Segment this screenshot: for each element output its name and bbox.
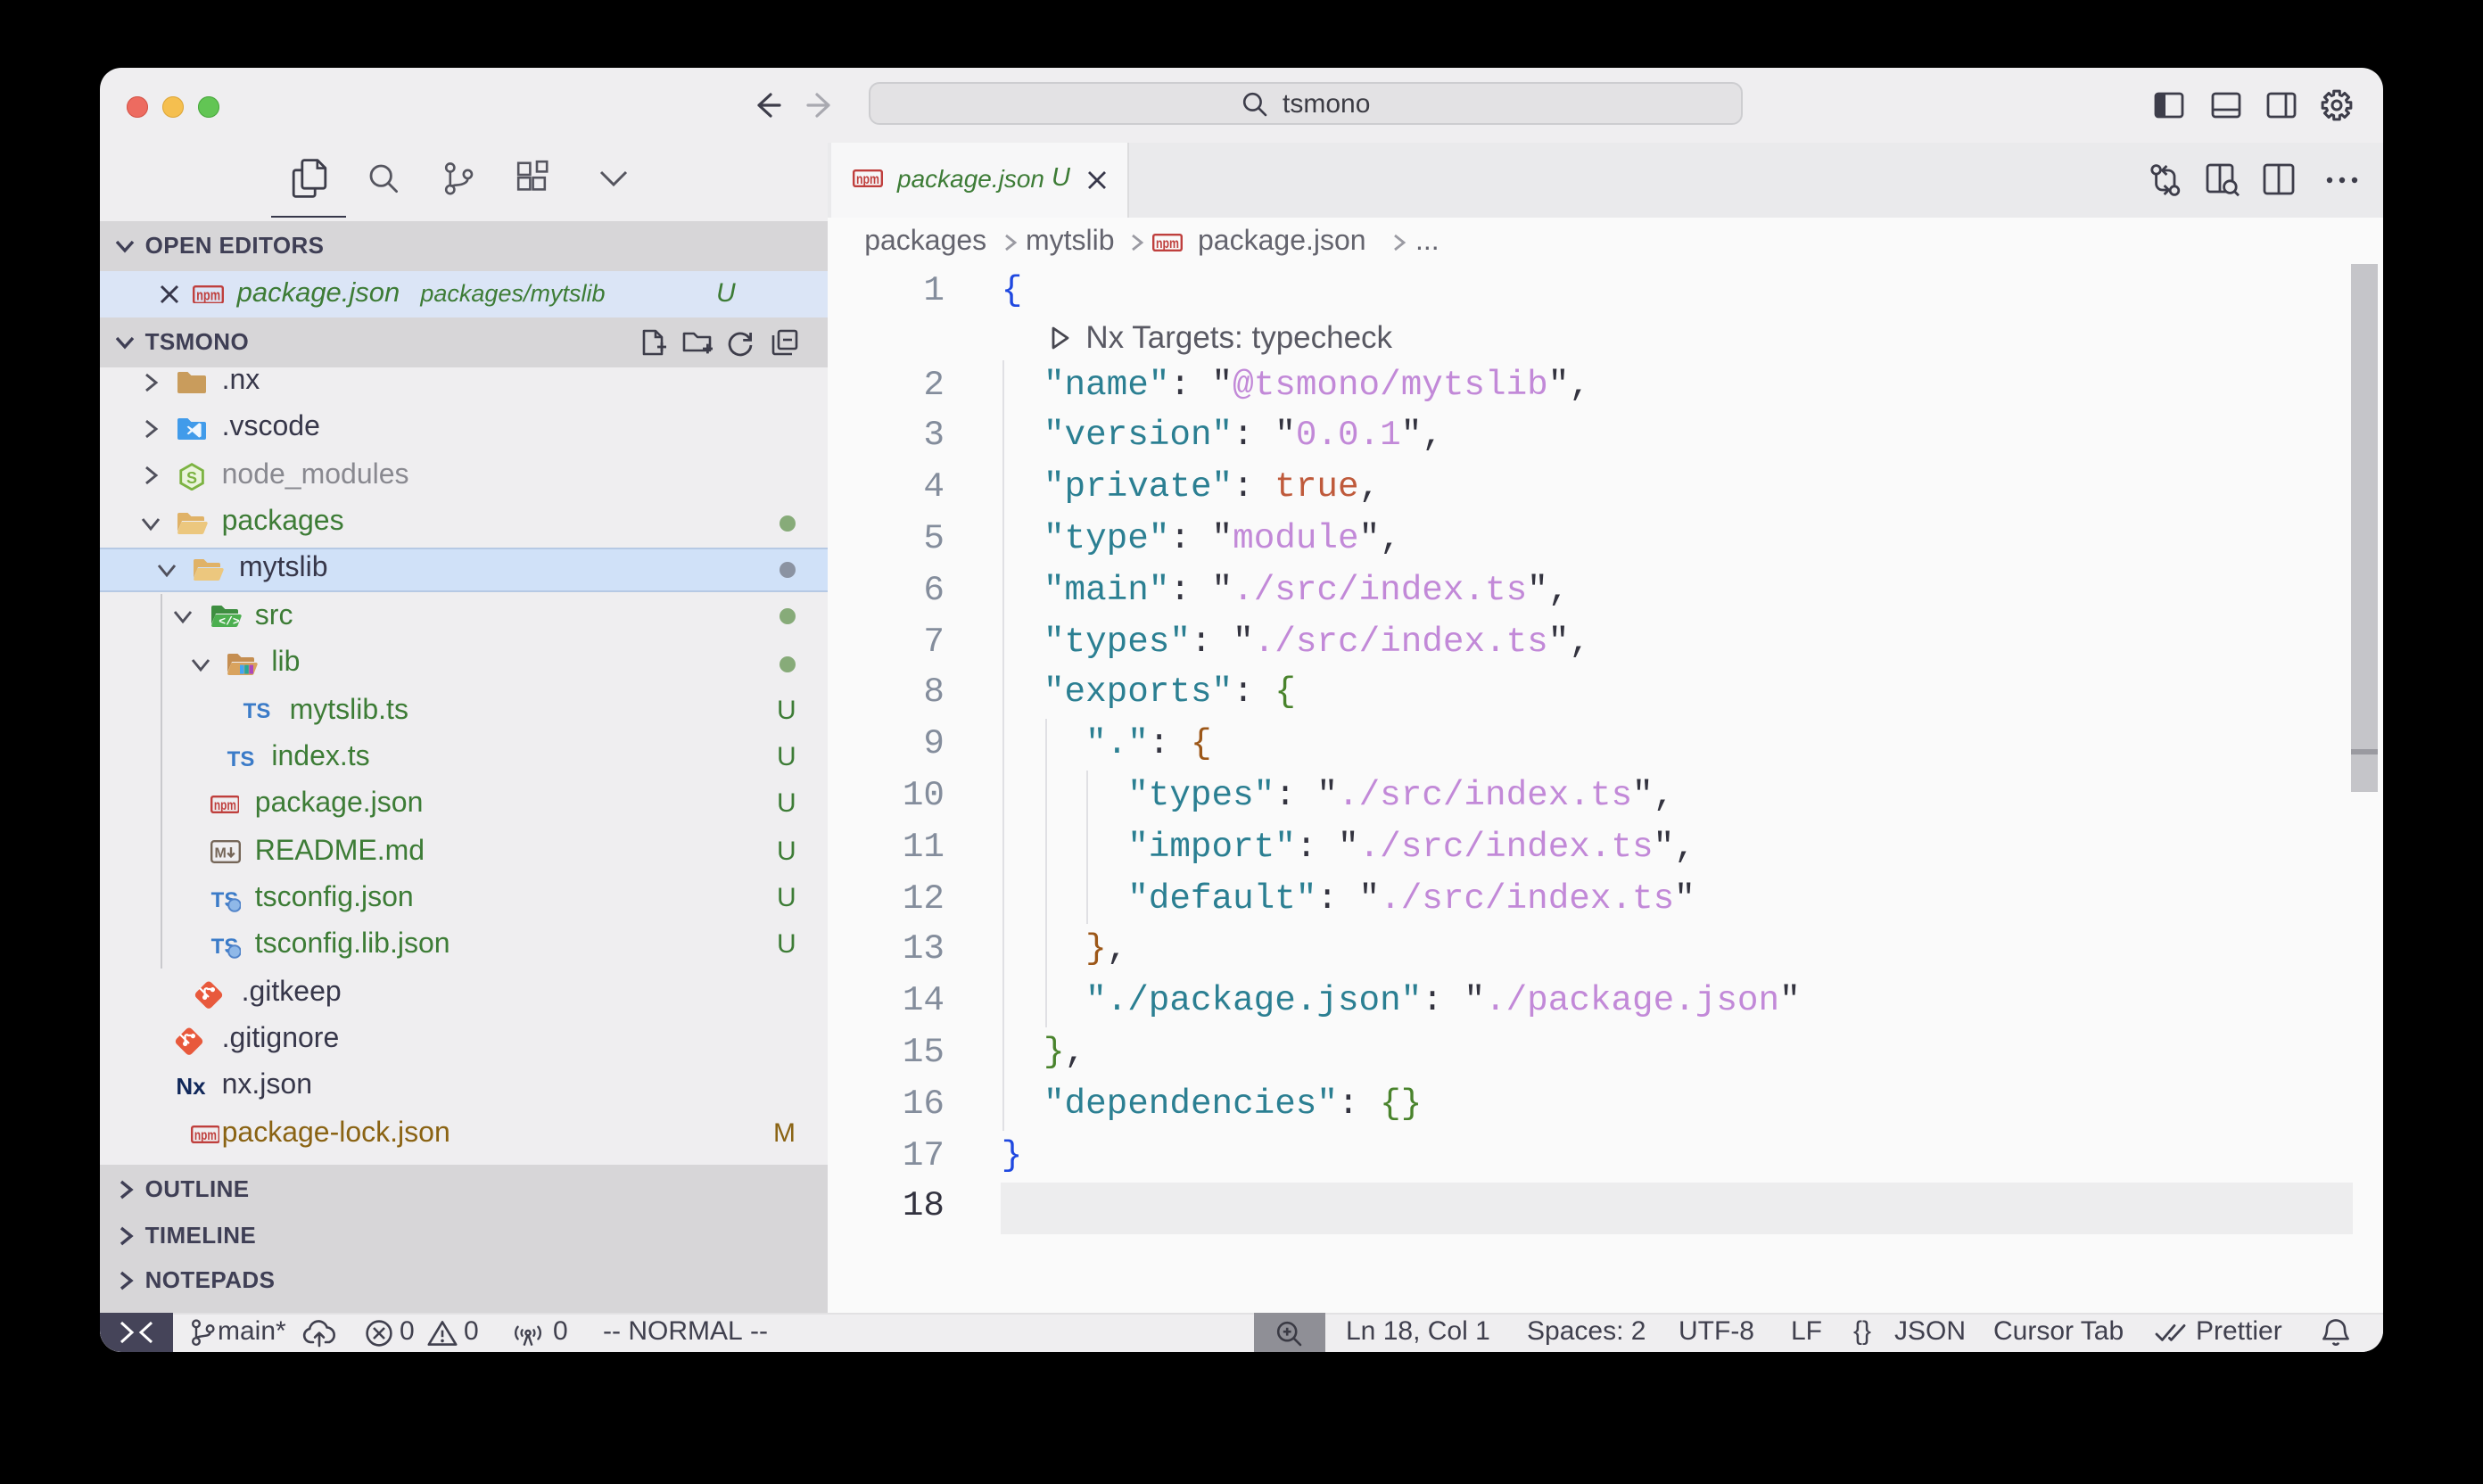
svg-text:npm: npm — [1155, 235, 1178, 251]
svg-text:M: M — [214, 846, 226, 862]
svg-text:S: S — [186, 468, 197, 486]
svg-text:npm: npm — [196, 287, 220, 303]
svg-text:TS: TS — [227, 747, 255, 771]
svg-text:</>: </> — [218, 615, 239, 629]
svg-text:Nx: Nx — [175, 1074, 205, 1101]
svg-text:npm: npm — [856, 173, 879, 188]
svg-text:TS: TS — [243, 700, 271, 724]
svg-text:npm: npm — [194, 1127, 216, 1142]
svg-text:npm: npm — [213, 798, 235, 813]
